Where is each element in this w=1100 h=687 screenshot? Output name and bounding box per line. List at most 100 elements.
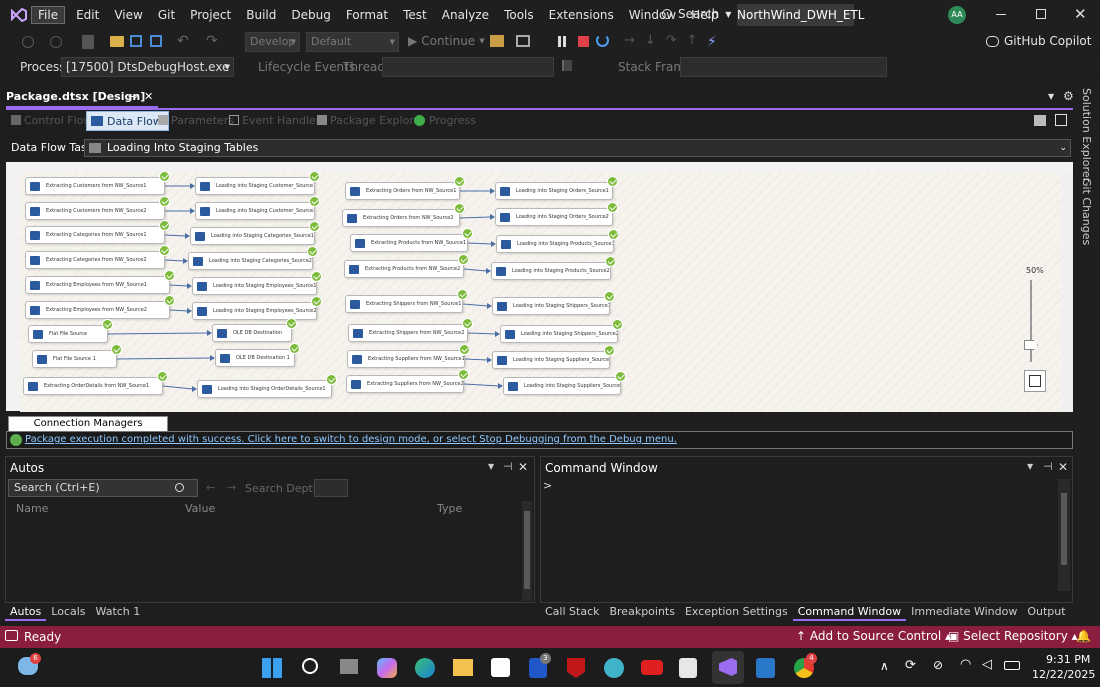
explorer-icon[interactable] [453, 659, 473, 676]
avatar[interactable]: AA [948, 6, 966, 24]
battery-icon[interactable] [1004, 661, 1020, 670]
minimize-icon[interactable] [996, 14, 1006, 15]
destination-component[interactable]: Loading into Staging Employees_Source1 [192, 277, 317, 295]
settings-gear-icon[interactable]: ⚙ [1063, 89, 1074, 103]
undo-icon[interactable]: ↶ [177, 33, 189, 49]
menu-extensions[interactable]: Extensions [544, 6, 619, 24]
azure-icon[interactable] [756, 658, 775, 678]
col-type[interactable]: Type [437, 502, 462, 515]
search-depth-dropdown[interactable] [314, 479, 348, 497]
scroll-thumb[interactable] [1061, 493, 1067, 565]
flow-path[interactable] [459, 216, 492, 219]
source-component[interactable]: Flat File Source [28, 325, 108, 343]
tab-exception-settings[interactable]: Exception Settings [680, 603, 793, 621]
source-component[interactable]: Extracting Customers from NW_Source2 [25, 202, 165, 220]
tab-package-explorer[interactable]: Package Explorer [317, 114, 425, 127]
source-component[interactable]: Extracting Suppliers from NW_Source2 [346, 375, 464, 393]
process-dropdown[interactable]: [17500] DtsDebugHost.exe ▼ [61, 57, 234, 77]
task-view-icon[interactable] [340, 659, 358, 674]
tab-package-design[interactable]: Package.dtsx [Design] ⊸ ✕ [6, 90, 158, 108]
fit-view-icon[interactable] [1024, 370, 1046, 392]
destination-component[interactable]: Loading into Staging Suppliers_Source1 [492, 351, 610, 369]
close-tab-icon[interactable]: ✕ [144, 90, 153, 103]
restart-icon[interactable] [596, 34, 609, 47]
window-icon[interactable] [516, 35, 530, 47]
package-icon[interactable] [1034, 115, 1046, 126]
destination-component[interactable]: Loading into Staging OrderDetails_Source… [197, 380, 332, 398]
source-component[interactable]: Extracting Suppliers from NW_Source1 [347, 350, 465, 368]
close-icon[interactable]: ✕ [1074, 5, 1087, 23]
source-component[interactable]: Extracting Orders from NW_Source2 [342, 209, 460, 227]
destination-component[interactable]: Loading into Staging Shippers_Source1 [492, 297, 610, 315]
flow-path[interactable] [162, 385, 194, 390]
flow-path[interactable] [467, 242, 493, 245]
app-eye-icon[interactable] [604, 658, 624, 678]
source-component[interactable]: Extracting Shippers from NW_Source1 [345, 295, 463, 313]
tab-parameters[interactable]: Parameters [158, 114, 234, 127]
source-component[interactable]: Extracting Customers from NW_Source1 [25, 177, 165, 195]
pin-icon[interactable]: ⊣ [503, 460, 513, 473]
menu-debug[interactable]: Debug [286, 6, 335, 24]
config-dropdown[interactable]: Develop ▼ [245, 32, 300, 52]
col-name[interactable]: Name [16, 502, 48, 515]
flow-path[interactable] [467, 332, 497, 335]
close-icon[interactable]: ✕ [518, 460, 528, 474]
pin-icon[interactable]: ⊸ [128, 90, 137, 103]
flow-path[interactable] [463, 268, 488, 272]
nav-forward-icon[interactable] [50, 36, 62, 48]
source-component[interactable]: Flat File Source 1 [32, 350, 117, 368]
git-changes-tab[interactable]: Git Changes [1080, 178, 1093, 245]
start-icon[interactable] [262, 658, 282, 678]
tab-output[interactable]: Output [1022, 603, 1070, 621]
menu-build[interactable]: Build [241, 6, 281, 24]
tab-progress[interactable]: Progress [414, 114, 476, 127]
snipping-icon[interactable] [679, 658, 697, 678]
destination-component[interactable]: Loading into Staging Categories_Source1 [190, 227, 315, 245]
open-folder-icon[interactable] [110, 36, 124, 47]
flag-icon[interactable] [562, 60, 572, 71]
panel-dropdown-icon[interactable]: ▼ [488, 462, 494, 471]
source-component[interactable]: Extracting Products from NW_Source2 [344, 260, 464, 278]
message-icon[interactable] [5, 630, 18, 641]
youtube-icon[interactable] [641, 660, 663, 675]
flow-path[interactable] [107, 332, 209, 335]
menu-edit[interactable]: Edit [71, 6, 104, 24]
tab-locals[interactable]: Locals [46, 603, 90, 621]
command-scrollbar[interactable] [1058, 479, 1070, 591]
copilot-taskbar-icon[interactable] [377, 658, 397, 678]
taskbar-search-icon[interactable] [302, 658, 318, 674]
notification-bell-icon[interactable]: 🔔 [1076, 629, 1091, 643]
dft-dropdown[interactable]: Loading Into Staging Tables ⌄ [84, 139, 1071, 157]
step-icons[interactable]: →↓↷↑ [624, 33, 708, 48]
destination-component[interactable]: Loading into Staging Customer_Source2 [195, 202, 315, 220]
tray-chevron-icon[interactable]: ∧ [880, 659, 889, 673]
source-component[interactable]: Extracting Categories from NW_Source2 [25, 251, 165, 269]
destination-component[interactable]: Loading into Staging Products_Source1 [496, 235, 614, 253]
tab-control-flow[interactable]: Control Flow [11, 114, 92, 127]
wifi-icon[interactable]: ◠ [960, 657, 971, 672]
close-icon[interactable]: ✕ [1058, 460, 1068, 474]
source-component[interactable]: Extracting Employees from NW_Source1 [25, 276, 170, 294]
copilot-button[interactable]: GitHub Copilot [986, 34, 1091, 48]
tab-immediate-window[interactable]: Immediate Window [906, 603, 1022, 621]
flow-path[interactable] [169, 284, 189, 287]
pause-icon[interactable] [558, 36, 566, 47]
autos-search-input[interactable]: Search (Ctrl+E) [8, 479, 198, 497]
solution-explorer-tab[interactable]: Solution Explorer [1080, 88, 1093, 182]
tab-breakpoints[interactable]: Breakpoints [604, 603, 680, 621]
tab-overflow-icon[interactable]: ▼ [1048, 92, 1054, 101]
flow-path[interactable] [462, 303, 489, 307]
canvas[interactable]: Extracting Customers from NW_Source1 Load… [20, 172, 1065, 412]
menu-file[interactable]: File [31, 6, 66, 24]
autos-scrollbar[interactable] [522, 501, 532, 601]
destination-component[interactable]: Loading into Staging Orders_Source2 [495, 208, 613, 226]
destination-component[interactable]: Loading into Staging Categories_Source2 [188, 252, 313, 270]
select-repository-button[interactable]: ▣ Select Repository ▴ [948, 629, 1078, 643]
visual-studio-icon[interactable] [712, 651, 744, 684]
col-value[interactable]: Value [185, 502, 215, 515]
source-component[interactable]: Extracting Shippers from NW_Source2 [348, 324, 468, 342]
flow-path[interactable] [169, 309, 189, 312]
tab-data-flow[interactable]: Data Flow [86, 111, 169, 131]
menu-analyze[interactable]: Analyze [437, 6, 494, 24]
save-all-icon[interactable] [150, 35, 162, 47]
